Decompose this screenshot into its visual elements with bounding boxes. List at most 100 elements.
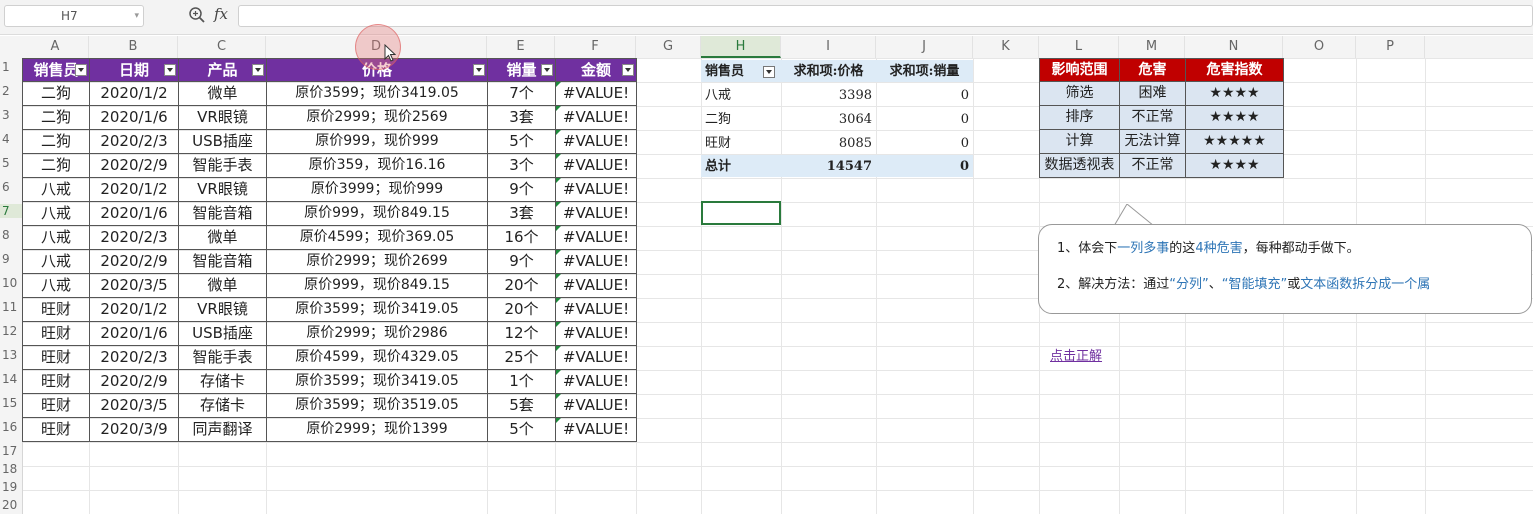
pivot-cell[interactable]: 0 [876, 108, 973, 130]
header-date[interactable]: 日期 [89, 58, 179, 82]
column-header-h[interactable]: H [701, 36, 781, 58]
pivot-cell[interactable]: 二狗 [701, 108, 781, 130]
cell-product[interactable]: 智能音箱 [178, 202, 267, 226]
cell-quantity[interactable]: 3套 [487, 202, 556, 226]
cell-date[interactable]: 2020/1/2 [89, 178, 179, 202]
filter-dropdown-icon[interactable] [763, 66, 775, 78]
chevron-down-icon[interactable]: ▾ [134, 6, 139, 26]
zoom-formula-icon[interactable] [188, 6, 206, 24]
row-header[interactable]: 16 [0, 420, 22, 434]
cell-date[interactable]: 2020/1/6 [89, 106, 179, 130]
filter-dropdown-icon[interactable] [164, 64, 176, 76]
cell-salesperson[interactable]: 二狗 [22, 82, 90, 106]
cell-amount[interactable]: #VALUE! [555, 154, 637, 178]
row-header[interactable]: 9 [0, 252, 22, 266]
cell-product[interactable]: VR眼镜 [178, 178, 267, 202]
cell-date[interactable]: 2020/2/9 [89, 250, 179, 274]
cell-quantity[interactable]: 20个 [487, 274, 556, 298]
harm-cell-harm[interactable]: 不正常 [1119, 154, 1186, 178]
cell-amount[interactable]: #VALUE! [555, 130, 637, 154]
cell-salesperson[interactable]: 八戒 [22, 250, 90, 274]
row-header[interactable]: 3 [0, 108, 22, 122]
cell-date[interactable]: 2020/3/5 [89, 394, 179, 418]
filter-dropdown-icon[interactable] [541, 64, 553, 76]
filter-dropdown-icon[interactable] [252, 64, 264, 76]
header-amount[interactable]: 金额 [555, 58, 637, 82]
cell-product[interactable]: 存储卡 [178, 370, 267, 394]
cell-price[interactable]: 原价3599；现价3419.05 [266, 298, 488, 322]
cell-salesperson[interactable]: 旺财 [22, 346, 90, 370]
cell-product[interactable]: 智能手表 [178, 346, 267, 370]
header-salesperson[interactable]: 销售员 [22, 58, 90, 82]
cell-amount[interactable]: #VALUE! [555, 394, 637, 418]
pivot-cell[interactable]: 0 [876, 84, 973, 106]
column-header-e[interactable]: E [487, 36, 555, 58]
cell-product[interactable]: 微单 [178, 226, 267, 250]
row-header[interactable]: 8 [0, 228, 22, 242]
harm-cell-harm-index[interactable]: ★★★★ [1185, 106, 1284, 130]
cell-quantity[interactable]: 9个 [487, 178, 556, 202]
harm-cell-harm-index[interactable]: ★★★★ [1185, 82, 1284, 106]
cell-salesperson[interactable]: 八戒 [22, 202, 90, 226]
cell-quantity[interactable]: 1个 [487, 370, 556, 394]
cell-date[interactable]: 2020/2/9 [89, 154, 179, 178]
harm-header-scope[interactable]: 影响范围 [1039, 58, 1120, 82]
cell-quantity[interactable]: 7个 [487, 82, 556, 106]
pivot-header[interactable]: 求和项:销量 [876, 60, 973, 82]
row-header[interactable]: 11 [0, 300, 22, 314]
cell-salesperson[interactable]: 旺财 [22, 322, 90, 346]
cell-salesperson[interactable]: 旺财 [22, 418, 90, 442]
cell-salesperson[interactable]: 旺财 [22, 394, 90, 418]
cell-amount[interactable]: #VALUE! [555, 298, 637, 322]
pivot-cell[interactable]: 0 [876, 132, 973, 154]
harm-cell-harm-index[interactable]: ★★★★ [1185, 154, 1284, 178]
fx-icon[interactable]: fx [214, 5, 228, 23]
pivot-cell[interactable]: 旺财 [701, 132, 781, 154]
column-header-a[interactable]: A [22, 36, 89, 58]
cell-price[interactable]: 原价2999；现价2986 [266, 322, 488, 346]
cell-date[interactable]: 2020/3/9 [89, 418, 179, 442]
harm-cell-scope[interactable]: 排序 [1039, 106, 1120, 130]
cell-price[interactable]: 原价3599；现价3419.05 [266, 82, 488, 106]
cell-amount[interactable]: #VALUE! [555, 178, 637, 202]
cell-price[interactable]: 原价4599；现价369.05 [266, 226, 488, 250]
cell-date[interactable]: 2020/1/6 [89, 202, 179, 226]
cell-date[interactable]: 2020/2/9 [89, 370, 179, 394]
harm-cell-harm[interactable]: 困难 [1119, 82, 1186, 106]
cell-quantity[interactable]: 20个 [487, 298, 556, 322]
cell-salesperson[interactable]: 二狗 [22, 106, 90, 130]
pivot-total[interactable]: 总计 [701, 155, 781, 177]
cell-salesperson[interactable]: 旺财 [22, 298, 90, 322]
row-header[interactable]: 12 [0, 324, 22, 338]
cell-product[interactable]: VR眼镜 [178, 298, 267, 322]
cell-price[interactable]: 原价999，现价849.15 [266, 202, 488, 226]
row-header[interactable]: 19 [0, 480, 22, 494]
harm-cell-harm[interactable]: 无法计算 [1119, 130, 1186, 154]
cell-salesperson[interactable]: 八戒 [22, 274, 90, 298]
cell-amount[interactable]: #VALUE! [555, 322, 637, 346]
harm-header-harm-index[interactable]: 危害指数 [1185, 58, 1284, 82]
cell-price[interactable]: 原价3999；现价999 [266, 178, 488, 202]
cell-price[interactable]: 原价2999；现价1399 [266, 418, 488, 442]
harm-header-harm[interactable]: 危害 [1119, 58, 1186, 82]
pivot-cell[interactable]: 3398 [781, 84, 876, 106]
column-header-l[interactable]: L [1039, 36, 1119, 58]
cell-amount[interactable]: #VALUE! [555, 370, 637, 394]
row-header[interactable]: 15 [0, 396, 22, 410]
cell-quantity[interactable]: 5个 [487, 418, 556, 442]
cell-salesperson[interactable]: 二狗 [22, 154, 90, 178]
cell-salesperson[interactable]: 旺财 [22, 370, 90, 394]
cell-product[interactable]: VR眼镜 [178, 106, 267, 130]
cell-amount[interactable]: #VALUE! [555, 202, 637, 226]
row-header[interactable]: 5 [0, 156, 22, 170]
cell-date[interactable]: 2020/1/6 [89, 322, 179, 346]
cell-quantity[interactable]: 16个 [487, 226, 556, 250]
filter-dropdown-icon[interactable] [473, 64, 485, 76]
cell-product[interactable]: 同声翻译 [178, 418, 267, 442]
harm-cell-harm[interactable]: 不正常 [1119, 106, 1186, 130]
cell-amount[interactable]: #VALUE! [555, 226, 637, 250]
pivot-cell[interactable]: 3064 [781, 108, 876, 130]
cell-quantity[interactable]: 9个 [487, 250, 556, 274]
row-header[interactable]: 2 [0, 84, 22, 98]
cell-amount[interactable]: #VALUE! [555, 418, 637, 442]
